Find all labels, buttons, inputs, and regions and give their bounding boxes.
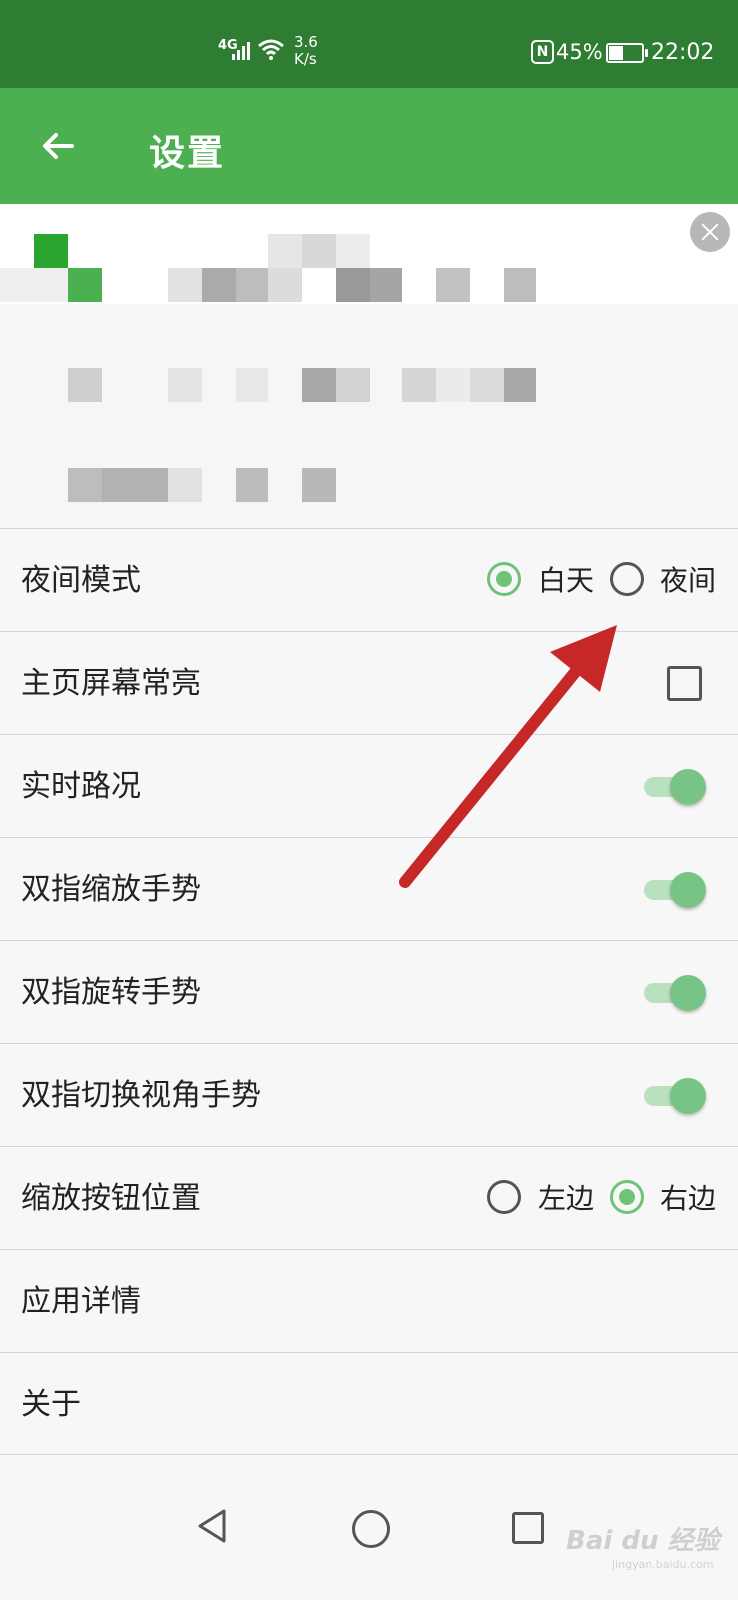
navigation-bar: Bai du 经验 jingyan.baidu.com bbox=[0, 1480, 738, 1600]
setting-keep-screen-on[interactable]: 主页屏幕常亮 bbox=[0, 631, 738, 734]
setting-label: 夜间模式 bbox=[21, 563, 141, 598]
battery-icon bbox=[606, 43, 648, 63]
setting-label: 实时路况 bbox=[21, 769, 141, 804]
clock: 22:02 bbox=[651, 40, 715, 65]
back-arrow-icon[interactable] bbox=[38, 126, 78, 166]
speed-value: 3.6 bbox=[294, 33, 318, 51]
setting-tilt[interactable]: 双指切换视角手势 bbox=[0, 1043, 738, 1146]
nfc-icon: N bbox=[531, 40, 554, 64]
nav-recents-icon[interactable] bbox=[512, 1512, 544, 1544]
radio-right-label[interactable]: 右边 bbox=[660, 1147, 716, 1250]
status-bar: 4G 3.6 K/s N 45% 22:02 bbox=[0, 0, 738, 88]
radio-day[interactable] bbox=[487, 562, 521, 596]
setting-label: 双指旋转手势 bbox=[21, 975, 201, 1010]
settings-list: 夜间模式 白天 夜间 主页屏幕常亮 实时路况 双指缩放手势 双指旋转手势 双指切… bbox=[0, 528, 738, 1455]
rotate-toggle[interactable] bbox=[644, 975, 708, 1011]
speed-unit: K/s bbox=[294, 50, 317, 68]
network-speed: 3.6 K/s bbox=[294, 34, 318, 68]
setting-pinch-zoom[interactable]: 双指缩放手势 bbox=[0, 837, 738, 940]
setting-zoom-button-position: 缩放按钮位置 左边 右边 bbox=[0, 1146, 738, 1249]
radio-night[interactable] bbox=[610, 562, 644, 596]
radio-night-label[interactable]: 夜间 bbox=[660, 529, 716, 632]
setting-night-mode: 夜间模式 白天 夜间 bbox=[0, 528, 738, 631]
app-bar: 设置 bbox=[0, 88, 738, 204]
setting-label: 双指切换视角手势 bbox=[21, 1078, 261, 1113]
nav-home-icon[interactable] bbox=[352, 1510, 390, 1548]
radio-left-label[interactable]: 左边 bbox=[538, 1147, 594, 1250]
setting-label: 双指缩放手势 bbox=[21, 872, 201, 907]
setting-label: 关于 bbox=[21, 1387, 81, 1422]
tilt-toggle[interactable] bbox=[644, 1078, 708, 1114]
pinch-zoom-toggle[interactable] bbox=[644, 872, 708, 908]
setting-about[interactable]: 关于 bbox=[0, 1352, 738, 1455]
setting-rotate[interactable]: 双指旋转手势 bbox=[0, 940, 738, 1043]
battery-percent: 45% bbox=[556, 40, 603, 64]
nav-back-icon[interactable] bbox=[196, 1508, 228, 1544]
obscured-banner bbox=[0, 204, 738, 528]
watermark-url: jingyan.baidu.com bbox=[612, 1558, 714, 1571]
signal-icon bbox=[232, 42, 250, 60]
keep-screen-on-checkbox[interactable] bbox=[667, 666, 702, 701]
wifi-icon bbox=[258, 39, 284, 60]
close-icon[interactable] bbox=[690, 212, 730, 252]
traffic-toggle[interactable] bbox=[644, 769, 708, 805]
page-title: 设置 bbox=[149, 133, 226, 174]
setting-label: 主页屏幕常亮 bbox=[21, 666, 201, 701]
radio-right[interactable] bbox=[610, 1180, 644, 1214]
watermark: Bai du 经验 bbox=[566, 1526, 720, 1556]
radio-left[interactable] bbox=[487, 1180, 521, 1214]
setting-app-details[interactable]: 应用详情 bbox=[0, 1249, 738, 1352]
radio-day-label[interactable]: 白天 bbox=[538, 529, 594, 632]
setting-traffic[interactable]: 实时路况 bbox=[0, 734, 738, 837]
setting-label: 缩放按钮位置 bbox=[21, 1181, 201, 1216]
setting-label: 应用详情 bbox=[21, 1284, 141, 1319]
